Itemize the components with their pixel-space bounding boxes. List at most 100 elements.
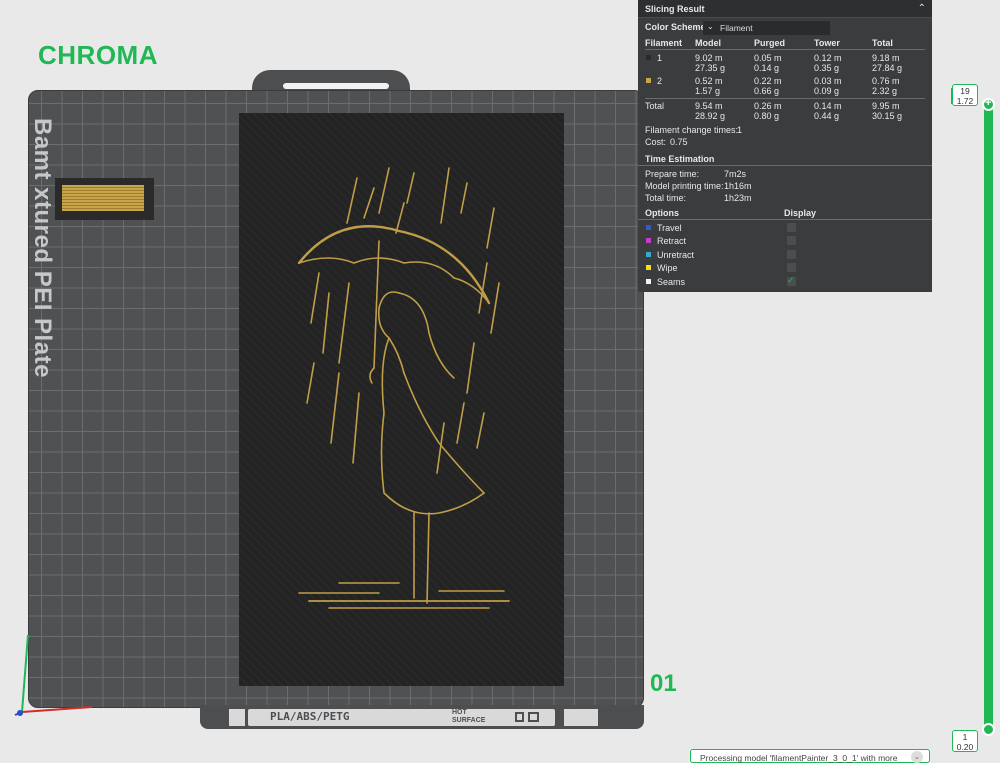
status-chevron-icon[interactable]: ⌄ xyxy=(911,751,923,763)
divider xyxy=(638,219,932,220)
option-unretract-checkbox[interactable] xyxy=(787,250,796,259)
row-1-id: 1 xyxy=(657,53,663,63)
row-2-purged-length: 0.22 m xyxy=(754,76,782,86)
rain-line xyxy=(338,282,350,364)
row-2-model-weight: 1.57 g xyxy=(695,86,721,96)
rain-line xyxy=(395,202,405,234)
figure-dress-right xyxy=(403,372,485,494)
filament-swatch xyxy=(646,78,651,83)
row-2-tower-weight: 0.09 g xyxy=(814,86,840,96)
option-travel-checkbox[interactable] xyxy=(787,223,796,232)
plate-id: 01 xyxy=(650,670,677,697)
total-total-length: 9.95 m xyxy=(872,101,900,111)
layer-bottom-label: 1 0.20 xyxy=(952,730,978,752)
filament-swatch xyxy=(646,55,651,60)
slider-plus-icon[interactable] xyxy=(982,97,995,111)
option-travel-label: Travel xyxy=(657,223,682,233)
collapse-up-icon[interactable]: ⌃ xyxy=(918,3,926,14)
options-label: Options xyxy=(645,208,679,218)
prepare-time-label: Prepare time: xyxy=(645,169,700,179)
row-1-purged-length: 0.05 m xyxy=(754,53,782,63)
option-retract-checkbox[interactable] xyxy=(787,236,796,245)
color-scheme-value: Filament xyxy=(720,23,753,33)
prepare-time-value: 7m2s xyxy=(724,169,747,179)
unretract-swatch xyxy=(646,252,651,257)
slicing-result-panel: Slicing Result ⌃ Color Scheme Filament M… xyxy=(638,0,932,292)
row-2-id: 2 xyxy=(657,76,663,86)
rain-line xyxy=(322,292,330,354)
color-scheme-select[interactable]: ⌄ Filament xyxy=(703,21,830,35)
filament-change-label: Filament change times: xyxy=(645,125,739,135)
plate-material-label: PLA/ABS/PETG xyxy=(270,710,350,723)
rain-line xyxy=(378,167,390,214)
bottom-layer-number: 1 xyxy=(962,732,968,742)
total-purged-length: 0.26 m xyxy=(754,101,782,111)
row-2-model-length: 0.52 m xyxy=(695,76,723,86)
wipe-swatch xyxy=(646,265,651,270)
rain-line xyxy=(330,372,340,444)
panel-title: Slicing Result xyxy=(645,4,705,14)
option-seams-checkbox[interactable] xyxy=(787,275,796,286)
divider xyxy=(645,49,925,50)
status-notification[interactable]: Processing model 'filamentPainter_3_0_1'… xyxy=(690,749,930,763)
chevron-down-icon: ⌄ xyxy=(707,22,714,31)
rain-line xyxy=(352,392,360,464)
bottom-layer-height: 0.20 xyxy=(956,742,974,752)
model-preview[interactable] xyxy=(239,113,564,686)
option-retract-label: Retract xyxy=(657,236,687,246)
layer-slider-bottom-thumb[interactable] xyxy=(982,723,995,736)
top-layer-number: 19 xyxy=(960,86,970,96)
total-time-value: 1h23m xyxy=(724,193,752,203)
row-2-total-length: 0.76 m xyxy=(872,76,900,86)
seams-swatch xyxy=(646,279,651,284)
col-filament: Filament xyxy=(645,38,683,48)
plate-object-thumbnail[interactable] xyxy=(55,178,154,220)
object-fill xyxy=(62,185,144,211)
lock-icon xyxy=(515,712,524,722)
row-1-total-length: 9.18 m xyxy=(872,53,900,63)
option-unretract-label: Unretract xyxy=(657,250,695,260)
row-1-tower-weight: 0.35 g xyxy=(814,63,840,73)
layer-top-label: 19 1.72 xyxy=(952,84,978,106)
row-1-model-length: 9.02 m xyxy=(695,53,723,63)
row-2-purged-weight: 0.66 g xyxy=(754,86,780,96)
top-layer-height: 1.72 xyxy=(956,96,974,106)
printing-time-label: Model printing time: xyxy=(645,181,724,191)
filament-change-value: 1 xyxy=(737,125,743,135)
rain-line xyxy=(363,187,375,219)
strip-right-box xyxy=(564,709,598,726)
rain-line xyxy=(440,167,450,224)
strip-left-box xyxy=(229,709,245,726)
total-label: Total xyxy=(645,101,665,111)
umbrella-shaft xyxy=(373,240,380,369)
panel-header[interactable]: Slicing Result ⌃ xyxy=(638,0,932,18)
status-text: Processing model 'filamentPainter_3_0_1'… xyxy=(700,753,898,763)
printing-time-value: 1h16m xyxy=(724,181,752,191)
figure-hair xyxy=(398,292,455,379)
axis-gizmo-icon xyxy=(14,634,93,716)
rain-line xyxy=(460,182,468,214)
plate-handle xyxy=(283,83,389,89)
rain-line xyxy=(406,172,415,204)
rain-line xyxy=(456,402,465,444)
umbrella-edge xyxy=(298,257,490,304)
figure-dress-left xyxy=(380,337,485,515)
total-purged-weight: 0.80 g xyxy=(754,111,780,121)
cost-label: Cost: xyxy=(645,137,667,147)
display-label: Display xyxy=(784,208,817,218)
total-total-weight: 30.15 g xyxy=(872,111,903,121)
total-tower-length: 0.14 m xyxy=(814,101,842,111)
row-1-purged-weight: 0.14 g xyxy=(754,63,780,73)
option-wipe-label: Wipe xyxy=(657,263,678,273)
divider xyxy=(645,98,925,99)
layer-slider-track[interactable] xyxy=(984,104,993,730)
travel-swatch xyxy=(646,225,651,230)
row-2-total-weight: 2.32 g xyxy=(872,86,898,96)
total-model-length: 9.54 m xyxy=(695,101,723,111)
total-model-weight: 28.92 g xyxy=(695,111,726,121)
row-2-tower-length: 0.03 m xyxy=(814,76,842,86)
option-wipe-checkbox[interactable] xyxy=(787,263,796,272)
total-time-label: Total time: xyxy=(645,193,687,203)
cost-value: 0.75 xyxy=(670,137,688,147)
hot-surface-label: HOT SURFACE xyxy=(452,709,486,724)
